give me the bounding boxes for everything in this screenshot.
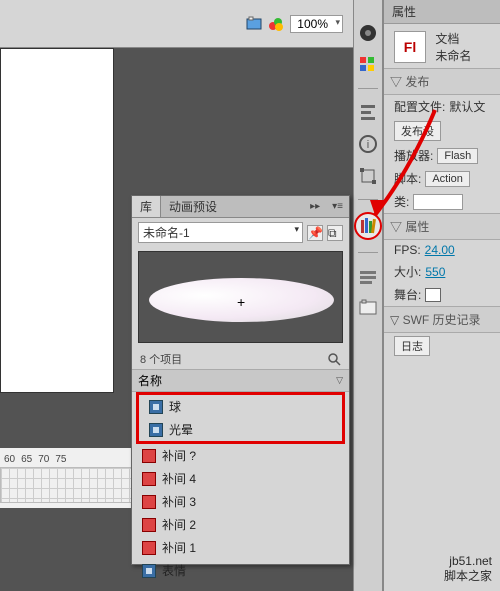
- tween-icon: [142, 449, 156, 463]
- list-item[interactable]: 补间 2: [132, 513, 349, 536]
- movieclip-icon: [142, 564, 156, 578]
- list-item[interactable]: 光晕: [139, 418, 342, 441]
- class-label: 类:: [394, 193, 409, 210]
- fps-value[interactable]: 24.00: [425, 243, 455, 257]
- props-section[interactable]: ▽ 属性: [384, 213, 500, 240]
- panel-dock: i: [353, 0, 383, 591]
- timeline-grid[interactable]: [0, 467, 140, 503]
- tween-icon: [142, 541, 156, 555]
- item-count: 8 个项目: [140, 351, 182, 367]
- highlight-box: 球 光晕: [136, 392, 345, 444]
- panel-menu-icon[interactable]: ▾≡: [326, 201, 349, 212]
- panel-expand-icon[interactable]: ▸▸: [304, 201, 326, 212]
- script-label: 脚本:: [394, 170, 421, 187]
- tween-icon: [142, 472, 156, 486]
- player-label: 播放器:: [394, 147, 433, 164]
- library-preview: +: [138, 251, 343, 343]
- publish-settings-button[interactable]: 发布设: [394, 121, 441, 141]
- frame-num: 70: [38, 454, 49, 465]
- pin-icon[interactable]: 📌: [307, 225, 323, 241]
- search-icon[interactable]: [327, 352, 341, 366]
- new-lib-icon[interactable]: ⧉: [327, 225, 343, 241]
- profile-value: 默认文: [449, 98, 485, 115]
- info-icon[interactable]: i: [357, 133, 379, 155]
- zoom-select[interactable]: 100%: [290, 15, 343, 33]
- history-icon[interactable]: [357, 265, 379, 287]
- registration-icon: +: [237, 294, 245, 310]
- library-button[interactable]: [354, 212, 382, 240]
- tween-icon: [142, 518, 156, 532]
- symbol-icon[interactable]: [268, 16, 284, 32]
- frame-num: 65: [21, 454, 32, 465]
- transform-icon[interactable]: [357, 165, 379, 187]
- color-icon[interactable]: [357, 22, 379, 44]
- list-item[interactable]: 表情: [132, 559, 349, 582]
- tab-library[interactable]: 库: [132, 196, 161, 217]
- size-value[interactable]: 550: [425, 265, 445, 279]
- stage-label: 舞台:: [394, 286, 421, 303]
- publish-section[interactable]: ▽ 发布: [384, 68, 500, 95]
- fps-label: FPS:: [394, 243, 421, 257]
- size-label: 大小:: [394, 263, 421, 280]
- watermark: jb51.net 脚本之家: [444, 554, 492, 585]
- log-button[interactable]: 日志: [394, 336, 430, 356]
- scene-panel-icon[interactable]: [357, 297, 379, 319]
- document-select[interactable]: 未命名-1: [138, 222, 303, 243]
- profile-label: 配置文件:: [394, 98, 445, 115]
- flash-doc-icon: Fl: [394, 31, 426, 63]
- list-item[interactable]: 补间 3: [132, 490, 349, 513]
- properties-panel: 属性 Fl 文档 未命名 ▽ 发布 配置文件:默认文 发布设 播放器:Flash…: [383, 0, 500, 591]
- frame-num: 75: [55, 454, 66, 465]
- doc-type-label: 文档: [435, 30, 471, 47]
- movieclip-icon: [149, 423, 163, 437]
- script-select[interactable]: Action: [425, 171, 470, 187]
- movieclip-icon: [149, 400, 163, 414]
- list-item[interactable]: 补间 1: [132, 536, 349, 559]
- tween-icon: [142, 495, 156, 509]
- doc-name: 未命名: [435, 47, 471, 64]
- properties-title: 属性: [384, 0, 500, 24]
- frame-num: 60: [4, 454, 15, 465]
- swatches-icon[interactable]: [357, 54, 379, 76]
- tab-presets[interactable]: 动画预设: [161, 196, 225, 217]
- scene-icon[interactable]: [246, 16, 262, 32]
- column-header-name[interactable]: 名称▽: [132, 369, 349, 392]
- list-item[interactable]: 球: [139, 395, 342, 418]
- align-icon[interactable]: [357, 101, 379, 123]
- list-item[interactable]: 补间 4: [132, 467, 349, 490]
- list-item[interactable]: 补间 ?: [132, 444, 349, 467]
- stage-canvas[interactable]: [0, 48, 114, 393]
- svg-text:i: i: [367, 139, 369, 151]
- stage-toolbar: 100%: [0, 0, 353, 48]
- player-select[interactable]: Flash: [437, 148, 478, 164]
- timeline[interactable]: 60 65 70 75: [0, 448, 140, 508]
- library-list: 球 光晕 补间 ? 补间 4 补间 3 补间 2 补间 1 表情: [132, 392, 349, 582]
- class-input[interactable]: [413, 194, 463, 210]
- stage-color-swatch[interactable]: [425, 288, 441, 302]
- library-panel: 库 动画预设 ▸▸ ▾≡ 未命名-1 📌 ⧉ + 8 个项目 名称▽ 球 光晕 …: [131, 195, 350, 565]
- swf-history-section[interactable]: ▽ SWF 历史记录: [384, 306, 500, 333]
